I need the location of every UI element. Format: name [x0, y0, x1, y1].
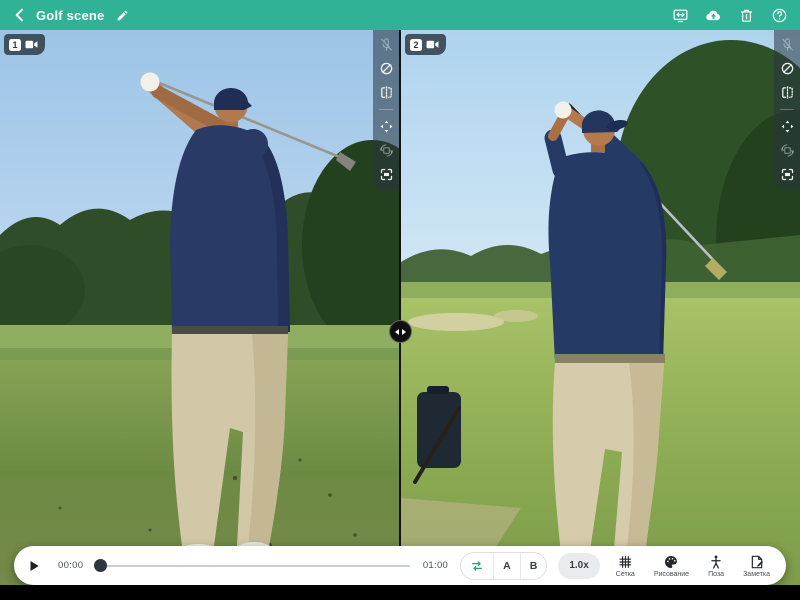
end-time: 01:00: [423, 560, 448, 571]
camera-number: 2: [410, 39, 422, 51]
playhead[interactable]: [94, 559, 107, 572]
cloud-upload-icon[interactable]: [705, 7, 722, 24]
move-icon[interactable]: [379, 119, 394, 134]
ab-loop-toggle[interactable]: [461, 553, 493, 579]
help-icon[interactable]: [771, 7, 788, 24]
crop-rotate-icon[interactable]: [780, 143, 795, 158]
grid-tool-button[interactable]: Сетка: [613, 554, 638, 578]
note-tool-label: Заметка: [743, 571, 770, 578]
note-icon: [749, 554, 765, 570]
video-panel-1[interactable]: 1: [0, 30, 399, 585]
screen-compare-icon[interactable]: [672, 7, 689, 24]
fullscreen-icon[interactable]: [379, 167, 394, 182]
pose-tool-button[interactable]: Поза: [705, 554, 727, 578]
trash-icon[interactable]: [738, 7, 755, 24]
divider-drag-handle[interactable]: [389, 320, 412, 343]
panel-2-toolbar: [774, 30, 800, 190]
app-header: Golf scene: [0, 0, 800, 30]
crop-rotate-icon[interactable]: [379, 143, 394, 158]
mic-muted-icon[interactable]: [379, 37, 394, 52]
mic-muted-icon[interactable]: [780, 37, 795, 52]
arrow-left-icon: [395, 329, 399, 335]
timeline-track: [96, 565, 410, 567]
video-stage: 1: [0, 30, 800, 585]
playback-control-bar: 00:00 01:00 A B 1.0x Сетка Рисование Поз…: [14, 546, 786, 585]
drawing-tool-label: Рисование: [654, 571, 689, 578]
video-camera-icon: [25, 39, 38, 50]
toolbar-divider: [780, 109, 794, 110]
panel-divider: [399, 30, 401, 585]
palette-icon: [663, 554, 679, 570]
camera-number: 1: [9, 39, 21, 51]
camera-badge-1: 1: [4, 34, 45, 55]
back-icon[interactable]: [12, 7, 28, 23]
page-title: Golf scene: [36, 8, 104, 23]
move-icon[interactable]: [780, 119, 795, 134]
current-time: 00:00: [58, 560, 83, 571]
fullscreen-icon[interactable]: [780, 167, 795, 182]
panel-1-toolbar: [373, 30, 399, 190]
timeline-slider[interactable]: [96, 559, 410, 573]
edit-pencil-icon[interactable]: [116, 9, 129, 22]
play-button[interactable]: [27, 559, 41, 573]
speed-button[interactable]: 1.0x: [558, 553, 599, 579]
toolbar-divider: [379, 109, 393, 110]
arrow-right-icon: [402, 329, 406, 335]
note-tool-button[interactable]: Заметка: [740, 554, 773, 578]
video-frame-1: [0, 30, 399, 585]
flip-horizontal-icon[interactable]: [379, 85, 394, 100]
grid-icon: [617, 554, 633, 570]
video-frame-2: [401, 30, 800, 585]
marker-a-button[interactable]: A: [493, 553, 520, 579]
grid-tool-label: Сетка: [616, 571, 635, 578]
flip-horizontal-icon[interactable]: [780, 85, 795, 100]
circle-slash-icon[interactable]: [379, 61, 394, 76]
pose-icon: [708, 554, 724, 570]
marker-b-button[interactable]: B: [520, 553, 547, 579]
video-camera-icon: [426, 39, 439, 50]
video-panel-2[interactable]: 2: [401, 30, 800, 585]
camera-badge-2: 2: [405, 34, 446, 55]
drawing-tool-button[interactable]: Рисование: [651, 554, 692, 578]
pose-tool-label: Поза: [708, 571, 724, 578]
speaker-prop: [415, 386, 461, 482]
letterbox-strip: [0, 585, 800, 600]
circle-slash-icon[interactable]: [780, 61, 795, 76]
ab-loop-icon: [470, 559, 484, 573]
ab-loop-group: A B: [460, 552, 547, 580]
